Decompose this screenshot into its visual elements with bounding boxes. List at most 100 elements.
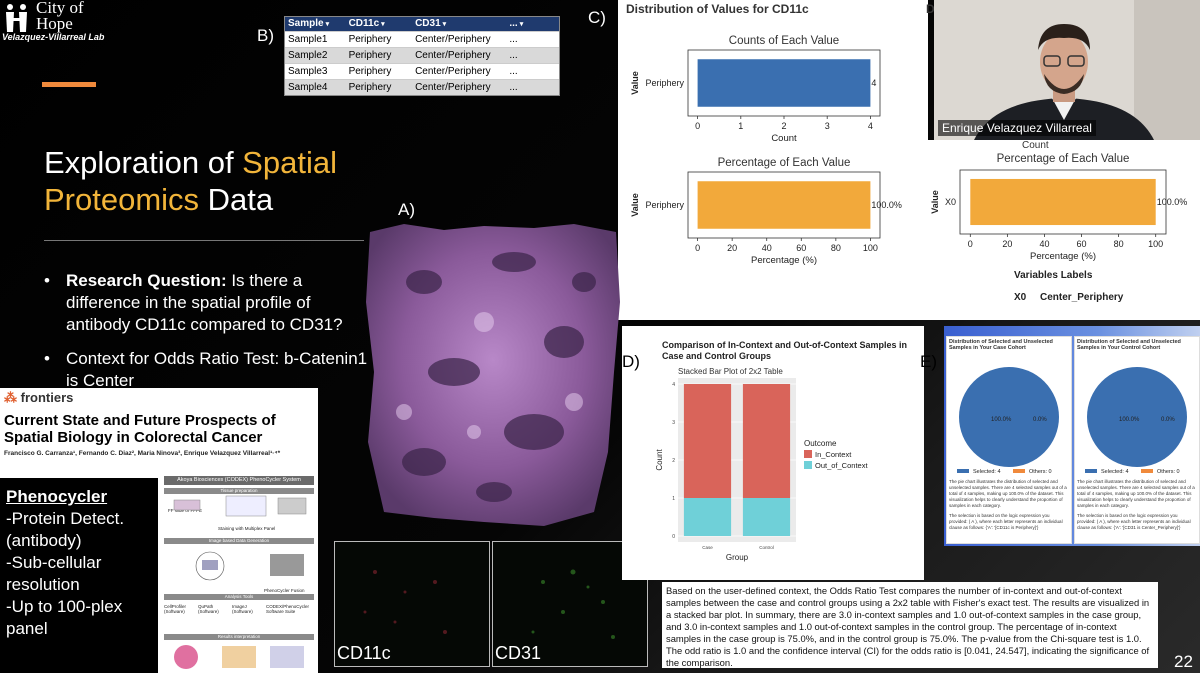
- control-pie-logic: The selection is based on the logic expr…: [1077, 513, 1191, 530]
- chart-title: Counts of Each Value: [729, 35, 839, 47]
- tick-label: 1: [672, 496, 675, 502]
- variables-header: Variables Labels: [1014, 270, 1093, 281]
- panel-c-right: Count Percentage of Each Value 100.0% X0 Va…: [928, 140, 1200, 320]
- filter-dropdown-icon[interactable]: ▾: [520, 21, 524, 28]
- article-authors: Francisco G. Carranza¹, Fernando C. Diaz…: [4, 450, 281, 457]
- chart-title: Stacked Bar Plot of 2x2 Table: [678, 367, 783, 376]
- workflow-item: PhenoCycler Fusion: [264, 588, 305, 593]
- label-c: C): [588, 8, 606, 27]
- bullet-list: Research Question: Is there a difference…: [44, 270, 374, 404]
- category-label: Periphery: [645, 200, 684, 210]
- phenocycler-line: -Protein Detect.: [6, 509, 125, 528]
- workflow-title: Akoya Biosciences (CODEX) PhenoCycler Sy…: [164, 476, 314, 485]
- variable-value: Center_Periphery: [1040, 292, 1124, 303]
- case-pie-logic: The selection is based on the logic expr…: [949, 513, 1063, 530]
- tick-label: 100: [1148, 239, 1163, 249]
- odds-ratio-summary: Based on the user-defined context, the O…: [662, 582, 1158, 668]
- chart-title: Percentage of Each Value: [997, 153, 1130, 165]
- panel-e-cohorts: Distribution of Selected and Unselected …: [944, 326, 1200, 546]
- control-legend-selected: Selected: 4: [1101, 469, 1129, 475]
- tick-label: 80: [831, 243, 841, 253]
- control-pie-chart: 100.0% 0.0% Selected: 4 Others: 0: [1085, 367, 1187, 475]
- case-cohort-panel: Distribution of Selected and Unselected …: [946, 336, 1072, 544]
- legend-swatch: [804, 461, 812, 469]
- tick-label: 4: [672, 382, 675, 388]
- case-legend-swatch-others: [1013, 469, 1025, 473]
- video-feed[interactable]: Enrique Velazquez Villarreal: [934, 0, 1200, 140]
- frontiers-logo-icon: ⁂: [4, 390, 17, 405]
- slide-title: Exploration of Spatial Proteomics Data: [44, 145, 337, 217]
- lab-name: Velazquez-Villarreal Lab: [2, 32, 105, 42]
- phenocycler-box: Phenocycler -Protein Detect. (antibody) …: [0, 478, 158, 673]
- participant-name: Enrique Velazquez Villarreal: [938, 120, 1096, 136]
- control-pie-title: Distribution of Selected and Unselected …: [1077, 339, 1181, 351]
- phenocycler-line: -Sub-cellular: [6, 553, 102, 572]
- case-pie-title: Distribution of Selected and Unselected …: [949, 339, 1053, 351]
- category-label: X0: [945, 197, 956, 207]
- tick-label: 1: [738, 121, 743, 131]
- bar-segment: [742, 498, 791, 536]
- right-percent-bar-chart: Percentage of Each Value 100.0% X0 Value 0 20…: [930, 153, 1187, 262]
- workflow-item: Staining with Multiplex Panel: [218, 526, 276, 531]
- x-axis-label: Group: [726, 553, 749, 562]
- filter-dropdown-icon[interactable]: ▾: [443, 21, 447, 28]
- workflow-band: Analysis Tools: [164, 594, 314, 600]
- tick-label: 2: [672, 458, 675, 464]
- y-axis-label: Value: [630, 193, 640, 217]
- bullet-item: Research Question: Is there a difference…: [44, 270, 374, 336]
- workflow-band: Image based Data Generation: [164, 538, 314, 544]
- x-axis-label: Percentage (%): [751, 255, 817, 266]
- filter-dropdown-icon[interactable]: ▾: [326, 21, 330, 28]
- tissue-prep-illustration-icon: [173, 495, 307, 517]
- journal-logo: ⁂ frontiers: [4, 390, 74, 405]
- workflow-item: CellProfiler (Software): [164, 604, 187, 614]
- participant-portrait-icon: [934, 0, 1200, 140]
- article-title: Current State and Future Prospects of Sp…: [4, 412, 276, 446]
- control-pie-label-others: 0.0%: [1161, 417, 1175, 423]
- accent-bar: [42, 82, 96, 87]
- tick-label: 40: [1039, 239, 1049, 249]
- y-axis-label: Count: [655, 449, 664, 471]
- tick-label: 20: [727, 243, 737, 253]
- cd11c-image: CD11c: [334, 541, 490, 667]
- percent-bar-chart: Percentage of Each Value 100.0% Periphery V…: [630, 157, 902, 266]
- workflow-item: QuPath (Software): [198, 604, 219, 614]
- bar-segment: [742, 384, 791, 498]
- y-axis-label: Value: [930, 190, 940, 214]
- table-row: Sample4 Periphery Center/Periphery...: [285, 79, 559, 95]
- legend-label: Out_of_Context: [815, 461, 868, 470]
- control-cohort-panel: Distribution of Selected and Unselected …: [1074, 336, 1200, 544]
- stacked-bar-chart: Stacked Bar Plot of 2x2 Table 0 1 2 3 4 Case Co…: [655, 367, 868, 562]
- table-header: Sample ▾ CD11c ▾ CD31 ▾ ... ▾: [285, 17, 559, 31]
- tick-label: 2: [781, 121, 786, 131]
- case-legend-selected: Selected: 4: [973, 469, 1001, 475]
- control-legend-swatch-others: [1141, 469, 1153, 473]
- tick-label: 0: [695, 243, 700, 253]
- filter-dropdown-icon[interactable]: ▾: [381, 21, 385, 28]
- bar: [697, 59, 871, 107]
- phenocycler-heading: Phenocycler: [6, 487, 108, 506]
- case-pie-label-selected: 100.0%: [991, 417, 1012, 423]
- data-label: 4: [871, 78, 876, 88]
- variable-key: X0: [1014, 292, 1027, 303]
- slide-number: 22: [1174, 652, 1193, 671]
- workflow-band: Results interpretation: [164, 634, 314, 640]
- tick-label: 40: [762, 243, 772, 253]
- phenocycler-line: panel: [6, 619, 48, 638]
- label-e: E): [920, 352, 937, 371]
- table-row: Sample3 Periphery Center/Periphery...: [285, 63, 559, 79]
- bar: [697, 181, 871, 229]
- panel-d-title: Comparison of In-Context and Out-of-Cont…: [662, 340, 907, 361]
- workflow-item: ImageJ (Software): [232, 604, 253, 614]
- control-legend-swatch-selected: [1085, 469, 1097, 473]
- tick-label: 0: [968, 239, 973, 249]
- legend-title: Outcome: [804, 439, 837, 448]
- bullet-item: Context for Odds Ratio Test: b-Catenin1 …: [44, 348, 374, 392]
- tissue-scan-image: [366, 224, 620, 526]
- tick-label: 60: [1077, 239, 1087, 249]
- table-row: Sample1 Periphery Center/Periphery...: [285, 31, 559, 47]
- logo-text: City of Hope: [36, 0, 84, 33]
- data-label: 100.0%: [871, 200, 902, 210]
- tick-label: 0: [695, 121, 700, 131]
- bar-segment: [683, 498, 732, 536]
